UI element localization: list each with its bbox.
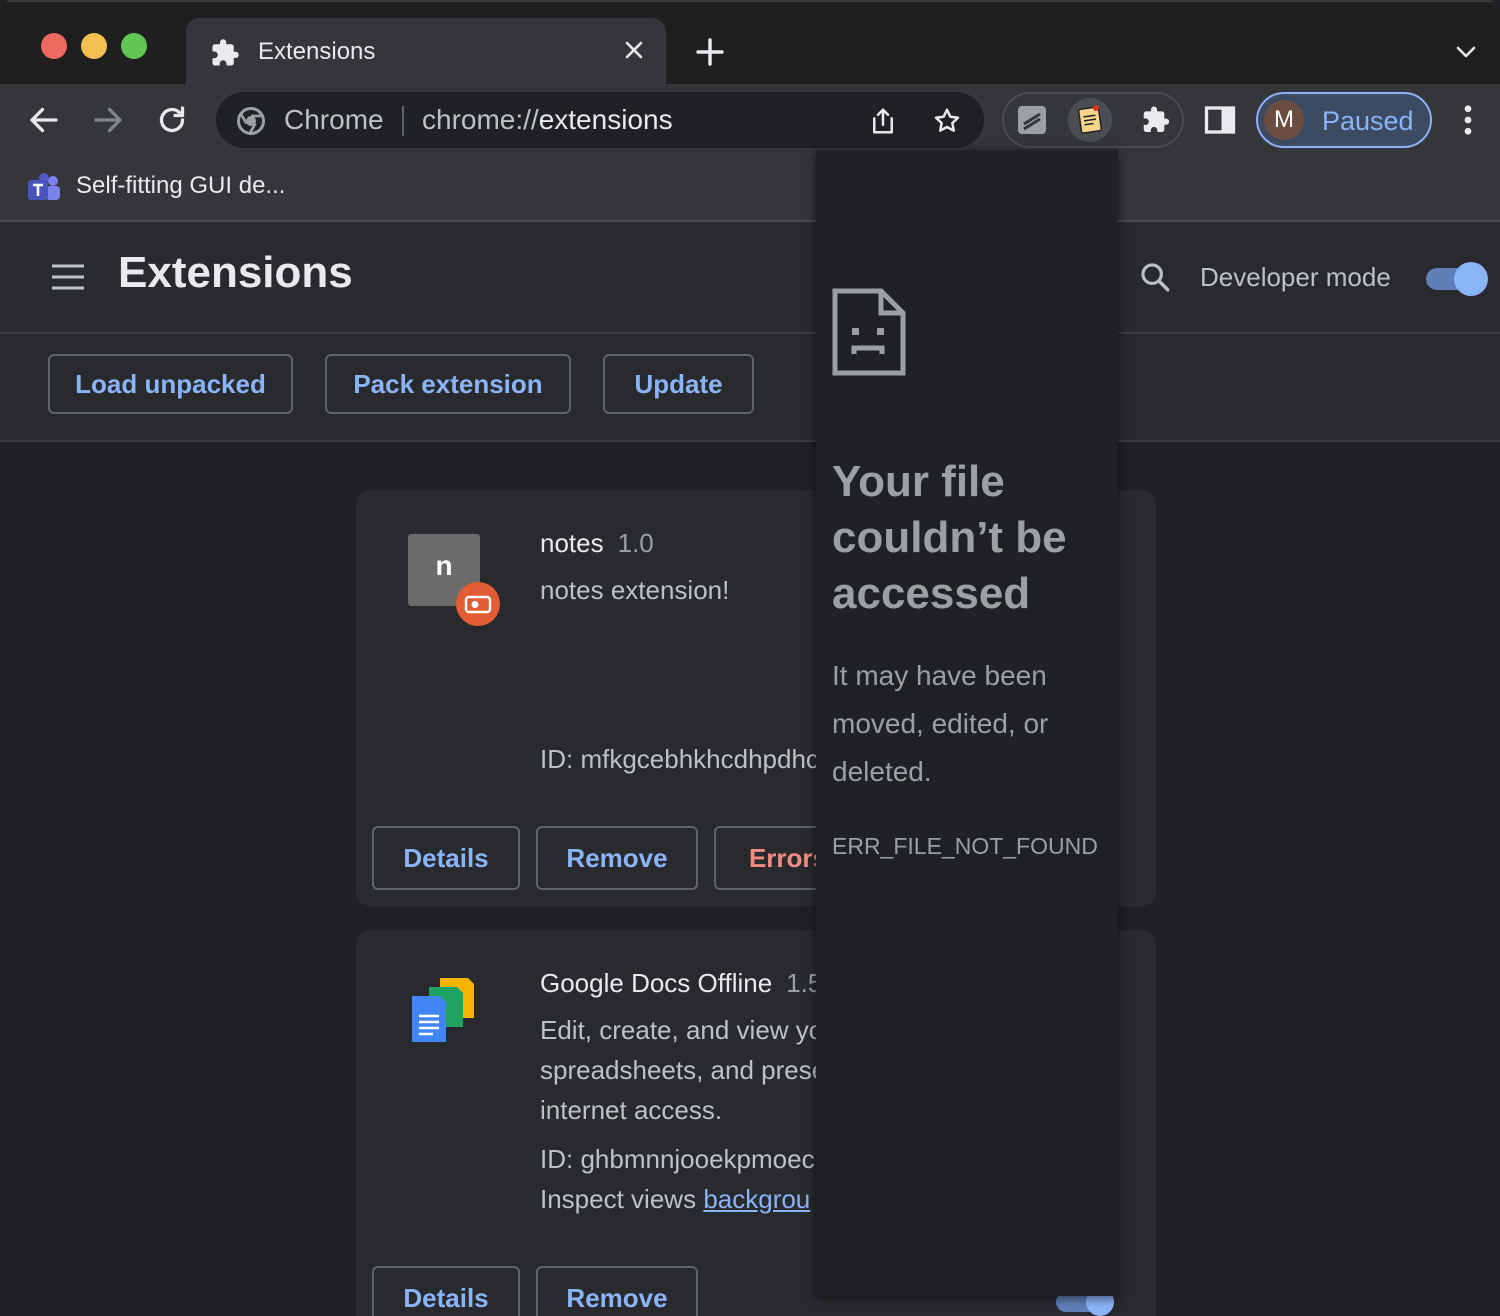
inspect-views-label: Inspect views [540,1184,697,1214]
teams-icon [28,173,60,200]
developer-mode-toggle[interactable] [1424,262,1490,296]
extension-name: notes 1.0 [540,528,654,559]
profile-status-label: Paused [1322,106,1414,136]
pack-extension-button[interactable]: Pack extension [325,354,571,414]
close-window-button[interactable] [41,33,67,59]
omnibox-divider [402,106,404,136]
extension-name-text: Google Docs Offline [540,968,773,998]
new-tab-icon[interactable] [694,36,726,68]
developer-toolbar: Load unpacked Pack extension Update [0,334,1500,442]
load-unpacked-button[interactable]: Load unpacked [48,354,293,414]
remove-button[interactable]: Remove [536,826,698,890]
error-title: Your file couldn’t be accessed [832,457,1067,618]
background-page-link[interactable]: backgrou [703,1184,810,1214]
page-title: Extensions [118,248,353,297]
extension-version: 1.0 [617,528,654,558]
bookmarks-bar: Self-fitting GUI de... [0,156,1500,222]
search-icon[interactable] [1138,260,1172,294]
unpacked-badge-icon [456,582,500,626]
extension-icon-letter: n [435,550,453,581]
extension-name: Google Docs Offline 1.5 [540,968,822,999]
extensions-header: Extensions Developer mode [0,222,1500,334]
toggle-knob [1454,262,1488,296]
url-host: extensions [538,104,673,135]
maximize-window-button[interactable] [121,33,147,59]
details-button[interactable]: Details [372,1266,520,1316]
browser-toolbar: Chrome chrome://extensions M Paused [0,84,1500,156]
browser-window: Extensions Chrome chrome://extensions M … [0,0,1500,1316]
puzzle-icon [212,39,239,66]
inspect-views: Inspect views backgrou [540,1184,810,1215]
reload-icon[interactable] [154,102,190,138]
stack-extension-icon [1018,106,1046,134]
close-tab-icon[interactable] [622,38,646,62]
extension-popup: Your file couldn’t be accessed It may ha… [816,150,1118,1296]
puzzle-icon [1143,106,1170,132]
google-docs-icon [412,978,474,1042]
chrome-logo-icon [237,107,265,135]
profile-button[interactable]: M Paused [1256,92,1432,148]
avatar: M [1264,100,1304,140]
url-text: chrome://extensions [422,104,673,136]
tab-title: Extensions [258,38,376,65]
chevron-down-icon[interactable] [1454,40,1478,64]
extension-button-1[interactable] [1010,98,1054,142]
title-bar: Extensions [0,0,1500,86]
notes-extension-button[interactable] [1068,98,1112,142]
extension-id: ID: mfkgcebhkhcdhpdhc [540,744,819,774]
site-chip: Chrome [284,104,384,135]
extension-id: ID: ghbmnnjooekpmoec [540,1144,815,1174]
share-icon[interactable] [868,106,898,136]
sad-file-icon [832,288,906,376]
minimize-window-button[interactable] [81,33,107,59]
forward-arrow-icon[interactable] [90,102,126,138]
menu-icon[interactable] [50,262,86,292]
remove-button[interactable]: Remove [536,1266,698,1316]
notepad-icon [1077,105,1103,134]
back-arrow-icon[interactable] [26,102,62,138]
tab-extensions[interactable]: Extensions [186,18,666,86]
extensions-toolbar-group [1002,92,1184,148]
bookmark-star-icon[interactable] [932,106,962,136]
error-message: It may have been moved, edited, or delet… [832,660,1049,787]
error-code: ERR_FILE_NOT_FOUND [832,833,1098,859]
developer-mode-label: Developer mode [1200,262,1391,292]
url-scheme: chrome:// [422,104,539,135]
extensions-menu-button[interactable] [1134,98,1178,142]
address-bar[interactable]: Chrome chrome://extensions [216,92,984,148]
extension-name-text: notes [540,528,604,558]
more-vert-icon[interactable] [1454,102,1482,138]
update-button[interactable]: Update [603,354,754,414]
details-button[interactable]: Details [372,826,520,890]
side-panel-icon[interactable] [1202,102,1238,138]
bookmark-label: Self-fitting GUI de... [76,172,286,199]
